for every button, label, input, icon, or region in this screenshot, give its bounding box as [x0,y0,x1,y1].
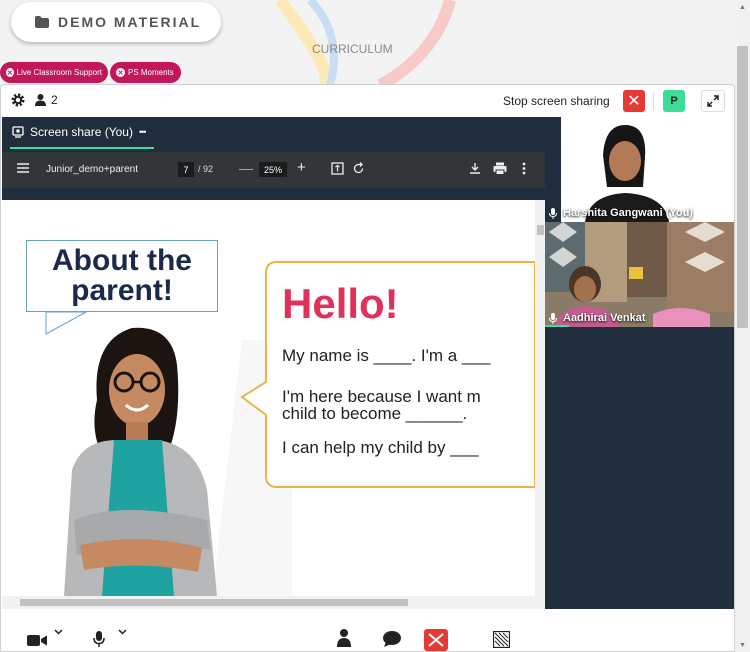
slide-text-line: My name is ____. I'm a ___ [282,346,491,365]
person-icon [35,94,46,106]
participant-tile-aadhirai[interactable]: Aadhirai Venkat [545,222,734,327]
pill-label: Live Classroom Support [16,68,102,77]
curriculum-link[interactable]: CURRICULUM [312,42,393,56]
zoom-out-button[interactable]: — [239,160,253,176]
ps-moments-pill[interactable]: ✕ PS Moments [110,62,181,83]
participant-name: Aadhirai Venkat [549,312,646,324]
pill-label: PS Moments [128,68,174,77]
download-icon[interactable] [469,162,481,175]
participant-name-label: Harshita Gangwani (You) [563,207,693,219]
gear-icon[interactable] [10,92,26,108]
screen-share-icon [12,126,24,138]
heading-line: About the [52,244,192,277]
fit-page-icon[interactable] [331,162,344,175]
page-scrollbar-thumb[interactable] [737,46,748,328]
pdf-toolbar: Junior_demo+parent 7 / 92 — 25% + [2,152,545,188]
microphone-icon[interactable] [93,631,105,647]
zoom-in-button[interactable]: + [297,159,306,176]
participants-icon[interactable] [337,629,351,647]
pdf-vertical-scroll-thumb[interactable] [537,225,544,235]
pdf-file-title: Junior_demo+parent [46,164,139,175]
close-icon: ✕ [627,93,641,110]
video-call-frame: 2 Stop screen sharing ✕ P Screen share (… [0,84,735,652]
avatar[interactable]: P [663,90,685,112]
pdf-horizontal-scroll-thumb[interactable] [20,599,408,606]
expand-icon [707,95,719,107]
stop-share-icon[interactable] [424,629,448,651]
menu-icon[interactable] [17,163,29,173]
folder-icon [35,16,49,28]
screen-share-title: Screen share (You) [30,125,133,139]
app-root: DEMO MATERIAL CURRICULUM ✕ Live Classroo… [0,0,750,652]
close-icon: ✕ [116,68,125,77]
heading-line: parent! [71,274,173,307]
rotate-icon[interactable] [352,162,365,175]
participants-panel: Harshita Gangwani (You) Aadhirai Venkat [545,117,734,609]
slide-text-subline: I'm here because I want m [282,387,481,406]
chevron-down-icon[interactable] [54,629,63,635]
participant-count[interactable]: 2 [35,93,58,107]
whiteboard-icon[interactable] [493,631,510,648]
print-icon[interactable] [493,162,507,175]
slide-text-line: I'm here because I want m child to becom… [282,388,481,422]
microphone-icon [549,312,557,324]
expand-button[interactable] [701,90,725,112]
active-tab-indicator [10,147,154,149]
hello-heading: Hello! [282,280,399,327]
pdf-page-border [2,188,545,200]
scroll-down-arrow-icon[interactable]: ▼ [735,638,750,652]
audio-level-indicator [545,325,569,327]
screen-share-tab-label: Screen share (You) ••• [12,125,147,139]
camera-icon[interactable] [27,635,47,646]
participant-count-value: 2 [51,93,58,107]
participant-name: Harshita Gangwani (You) [549,207,693,219]
zoom-input[interactable]: 25% [259,162,287,177]
chevron-down-icon[interactable] [118,629,127,635]
more-options-icon[interactable]: ••• [139,127,147,137]
screen-share-tab[interactable]: Screen share (You) ••• [2,117,545,150]
about-parent-heading: About the parent! [26,240,218,312]
pdf-vertical-scrollbar[interactable] [535,200,545,596]
page-total: / 92 [198,164,214,174]
microphone-icon [549,207,557,219]
screen-share-area: Screen share (You) ••• Junior_demo+paren… [2,117,545,609]
participant-tile-harshita[interactable]: Harshita Gangwani (You) [545,117,734,222]
slide-text-subline: child to become ______. [282,404,468,423]
stop-sharing-button[interactable]: ✕ [623,90,645,112]
divider [653,92,654,110]
scroll-up-arrow-icon[interactable]: ▲ [735,0,750,14]
call-controls-bar [1,621,734,651]
slide-text-line: I can help my child by ___ [282,438,479,457]
chat-icon[interactable] [383,631,401,647]
stop-screen-sharing-label[interactable]: Stop screen sharing [503,94,610,108]
participant-name-label: Aadhirai Venkat [563,312,646,324]
more-vertical-icon[interactable] [522,162,526,175]
live-classroom-support-pill[interactable]: ✕ Live Classroom Support [0,62,108,83]
page-number-input[interactable]: 7 [178,162,194,177]
close-icon: ✕ [6,68,14,77]
demo-material-label: DEMO MATERIAL [58,14,202,30]
demo-material-button[interactable]: DEMO MATERIAL [11,2,221,42]
pdf-page: About the parent! Hello! My name is ____… [2,200,535,596]
call-top-bar: 2 Stop screen sharing ✕ P [1,85,734,117]
